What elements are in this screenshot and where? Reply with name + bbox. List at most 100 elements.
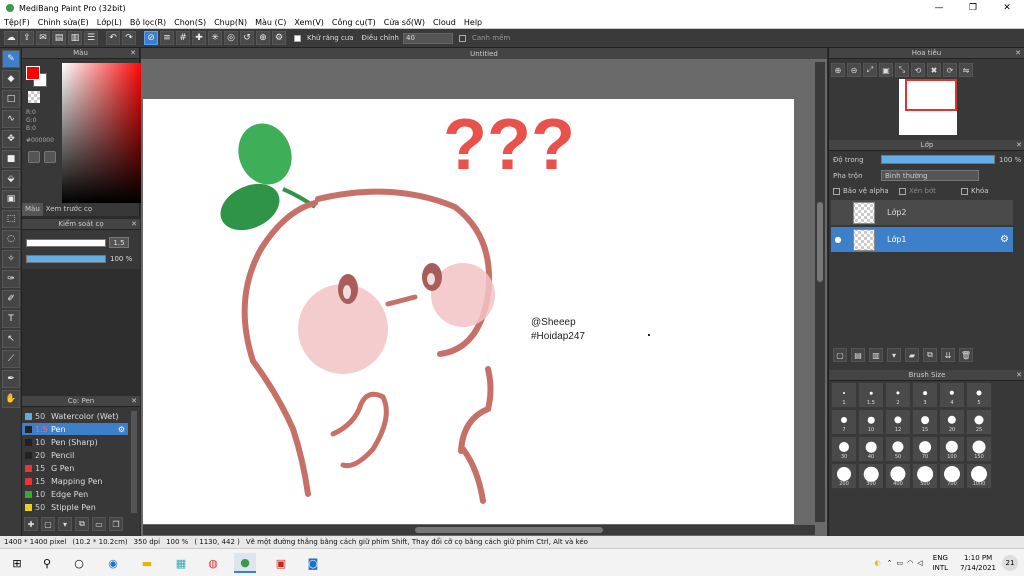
notification-badge[interactable]: 21 [1002,555,1018,571]
brush-copy-icon[interactable]: ⧉ [75,517,89,531]
close-button[interactable]: ✕ [990,0,1024,16]
zoom-in-icon[interactable]: ⊕ [831,63,845,77]
reset-icon[interactable]: ✖ [927,63,941,77]
tray-chevron-up-icon[interactable]: ⌃ [887,559,893,567]
menu-view[interactable]: Xem(V) [294,18,324,27]
close-panel-icon[interactable]: ✕ [1016,141,1022,149]
operation-tool-icon[interactable]: ↖ [2,330,20,348]
rotate-right-icon[interactable]: ⟳ [943,63,957,77]
task-view-icon[interactable]: ○ [68,553,90,573]
select-pen-tool-icon[interactable]: ✑ [2,270,20,288]
brush-size-cell[interactable]: 50 [885,436,911,462]
medibang-taskbar-icon[interactable]: ● [234,553,256,573]
search-icon[interactable]: ⚲ [36,553,58,573]
brush-list-item[interactable]: 20 Pencil [22,449,128,461]
eraser-tool-icon[interactable]: ◆ [2,70,20,88]
file-explorer-icon[interactable]: ▬ [136,553,158,573]
tray-app-icon[interactable]: ◐ [875,559,881,567]
lock-checkbox[interactable]: Khóa [961,187,989,195]
tab-color[interactable]: Màu [22,203,43,216]
brush-size-cell[interactable]: 3 [912,382,938,408]
pages-icon[interactable]: ▤ [52,31,66,45]
list-icon[interactable]: ☰ [84,31,98,45]
zalo-icon[interactable]: ◙ [302,553,324,573]
hand-tool-icon[interactable]: ✋ [2,390,20,408]
menu-select[interactable]: Chọn(S) [174,18,206,27]
delete-layer-icon[interactable]: 🗑 [959,348,973,362]
protect-alpha-checkbox[interactable]: Bảo vệ alpha [833,187,889,195]
visibility-icon[interactable]: ● [831,235,845,244]
clipping-checkbox[interactable]: Xén bớt [899,187,936,195]
brush-size-cell[interactable]: 100 [939,436,965,462]
brush-list-item[interactable]: 50 Stipple Pen [22,501,128,513]
snap-vanish-icon[interactable]: ⊕ [256,31,270,45]
brush-size-cell[interactable]: 12 [885,409,911,435]
new-halftone-layer-icon[interactable]: ▤ [851,348,865,362]
snap-curve-icon[interactable]: ↺ [240,31,254,45]
brush-size-cell[interactable]: 5 [966,382,992,408]
layer-row-layer1[interactable]: ● Lớp1 ⚙ [831,227,1013,252]
brush-menu-icon[interactable]: ▾ [58,517,72,531]
adjust-input[interactable]: 40 [403,32,453,44]
snap-checkbox[interactable] [459,34,466,42]
store-icon[interactable]: ▦ [170,553,192,573]
brush-size-cell[interactable]: 25 [966,409,992,435]
brush-list-item[interactable]: 1.5 Pen ⚙ [22,423,128,435]
brush-delete-icon[interactable]: ▭ [92,517,106,531]
brush-size-cell[interactable]: 150 [966,436,992,462]
menu-layer[interactable]: Lớp(L) [97,18,122,27]
menu-color[interactable]: Màu (C) [255,18,286,27]
brush-size-cell[interactable]: 700 [939,463,965,489]
rotate-left-icon[interactable]: ⟲ [911,63,925,77]
minimize-button[interactable]: — [922,0,956,16]
merge-layer-icon[interactable]: ⇊ [941,348,955,362]
brush-list-item[interactable]: 15 G Pen [22,462,128,474]
clock[interactable]: 1:10 PM 7/14/2021 [960,553,996,573]
snap-radial-icon[interactable]: ✳ [208,31,222,45]
redo-icon[interactable]: ↷ [122,31,136,45]
magic-wand-tool-icon[interactable]: ✧ [2,250,20,268]
close-panel-icon[interactable]: ✕ [1015,49,1021,57]
gradient-tool-icon[interactable]: ▣ [2,190,20,208]
new-layer-icon[interactable]: ▢ [833,348,847,362]
brush-size-cell[interactable]: 1 [831,382,857,408]
edge-browser-icon[interactable]: ◉ [102,553,124,573]
page-settings-icon[interactable]: ▥ [68,31,82,45]
brush-add-icon[interactable]: ✚ [24,517,38,531]
brush-size-cell[interactable]: 300 [858,463,884,489]
snap-settings-icon[interactable]: ⚙ [272,31,286,45]
menu-window[interactable]: Cửa sổ(W) [384,18,425,27]
zoom-out-icon[interactable]: ⊖ [847,63,861,77]
move-tool-icon[interactable]: ✥ [2,130,20,148]
snap-parallel-icon[interactable]: ≡ [160,31,174,45]
brush-list-item[interactable]: 50 Watercolor (Wet) [22,410,128,422]
folder-icon[interactable]: ▰ [905,348,919,362]
fill-rect-tool-icon[interactable]: ■ [2,150,20,168]
brush-size-cell[interactable]: 30 [831,436,857,462]
saturation-value-picker[interactable] [62,63,144,203]
new-folder-menu-icon[interactable]: ▾ [887,348,901,362]
dot-tool-icon[interactable]: ∿ [2,110,20,128]
fit-icon[interactable]: ⤢ [863,63,877,77]
layer-opacity-slider[interactable] [881,155,995,164]
document-tab[interactable]: Untitled [141,48,827,59]
brush-tool-icon[interactable]: ✎ [2,50,20,68]
bucket-tool-icon[interactable]: ⬙ [2,170,20,188]
canvas-vertical-scrollbar[interactable] [815,62,825,522]
brush-duplicate-icon[interactable]: ❐ [109,517,123,531]
navigator-thumbnail[interactable] [899,79,957,135]
duplicate-layer-icon[interactable]: ⧉ [923,348,937,362]
brush-list-item[interactable]: 10 Pen (Sharp) [22,436,128,448]
close-panel-icon[interactable]: ✕ [131,220,137,228]
select-eraser-tool-icon[interactable]: ✐ [2,290,20,308]
brush-settings-icon[interactable]: ⚙ [118,425,125,434]
brush-size-cell[interactable]: 4 [939,382,965,408]
divide-tool-icon[interactable]: ⟋ [2,350,20,368]
network-icon[interactable]: ◠ [907,559,913,567]
text-tool-icon[interactable]: T [2,310,20,328]
menu-file[interactable]: Tệp(F) [4,18,30,27]
undo-icon[interactable]: ↶ [106,31,120,45]
select-rect-tool-icon[interactable]: ⬚ [2,210,20,228]
color-wheel-icon[interactable] [28,151,40,163]
app-taskbar-icon[interactable]: ▣ [270,553,292,573]
